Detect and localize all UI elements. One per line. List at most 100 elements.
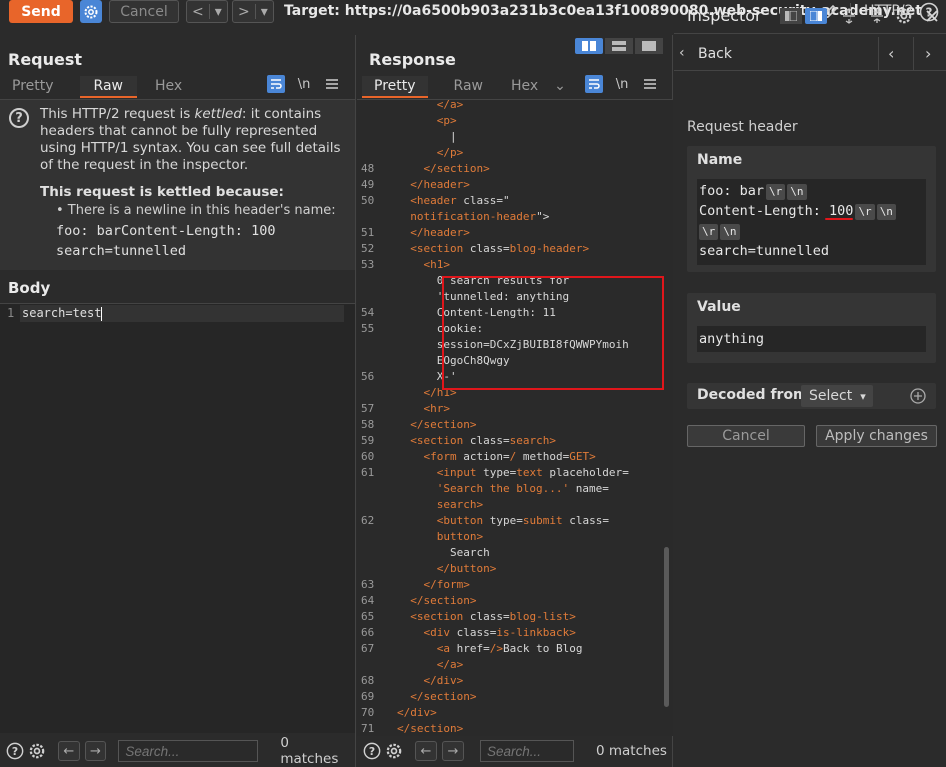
response-tabs: Pretty Raw Hex ⌄ (362, 76, 570, 98)
request-search-matches: 0 matches (280, 735, 339, 767)
next-item-chevron-icon[interactable]: › (925, 44, 931, 63)
question-icon: ? (9, 108, 29, 128)
code-line: 60 <form action=/ method=GET> (361, 450, 596, 463)
value-editor[interactable]: anything (697, 326, 926, 352)
body-title: Body (8, 279, 51, 297)
decoded-from-select[interactable]: Select ▾ (801, 385, 873, 407)
red-underline (825, 218, 854, 220)
line-number: 62 (361, 514, 375, 527)
line-number: 51 (361, 226, 375, 239)
body-line-text[interactable]: search=test (22, 306, 103, 321)
line-number: 1 (7, 306, 15, 320)
code-line: 67 <a href=/>Back to Blog (361, 642, 583, 655)
search-settings-gear-icon[interactable] (385, 742, 403, 760)
name-label: Name (697, 152, 743, 168)
line-number: 61 (361, 466, 375, 479)
tab-response-raw[interactable]: Raw (442, 76, 495, 98)
code-line: search> (436, 498, 484, 511)
code-line: 65 <section class=blog-list> (361, 610, 576, 623)
search-next-button[interactable]: → (84, 741, 107, 761)
line-number: 52 (361, 242, 375, 255)
inspector-dock-left-icon[interactable] (780, 8, 802, 24)
inspector-title: Inspector (687, 6, 762, 25)
tab-request-pretty[interactable]: Pretty (0, 76, 66, 98)
inspector-settings-gear-icon[interactable] (895, 7, 913, 25)
search-previous-button[interactable]: ← (415, 741, 437, 761)
show-newlines-button[interactable]: \n (295, 75, 313, 93)
response-code-viewer[interactable]: </a> <p> | </p> 48 </section> 49 </header> 50 <he… (357, 99, 673, 736)
request-search-input[interactable] (118, 740, 259, 762)
response-search-input[interactable] (480, 740, 574, 762)
line-number: 68 (361, 674, 375, 687)
request-pane: Request Pretty Raw Hex \n ? This HTTP/2 … (0, 35, 356, 767)
search-previous-button[interactable]: ← (58, 741, 80, 761)
inspector-dock-right-icon[interactable] (805, 8, 827, 24)
layout-side-by-side-icon[interactable] (575, 38, 603, 54)
search-settings-gear-icon[interactable] (28, 742, 46, 760)
tab-request-raw[interactable]: Raw (79, 76, 137, 98)
previous-item-chevron-icon[interactable]: ‹ (888, 44, 894, 63)
wrap-lines-icon[interactable] (585, 75, 603, 93)
history-forward-dropdown[interactable]: ▾ (256, 4, 273, 20)
chevron-down-icon: ▾ (860, 389, 866, 403)
history-back-dropdown[interactable]: ▾ (210, 4, 227, 20)
line-number: 50 (361, 194, 375, 207)
tab-request-hex[interactable]: Hex (143, 76, 194, 98)
expand-all-icon[interactable] (840, 7, 858, 25)
help-icon[interactable]: ? (363, 742, 381, 760)
send-button[interactable]: Send (9, 0, 73, 23)
name-editor[interactable]: foo: bar \r \n Content-Length: 100 \r \n \r \… (697, 179, 926, 265)
code-line: 61 <input type=text placeholder= (361, 466, 629, 479)
add-decoding-icon[interactable] (909, 387, 927, 405)
chevron-down-icon[interactable]: ⌄ (550, 76, 570, 98)
inspector-cancel-button[interactable]: Cancel (687, 425, 805, 447)
name-card: Name foo: bar \r \n Content-Length: 100 \r \… (687, 146, 936, 272)
show-newlines-button[interactable]: \n (613, 75, 631, 93)
close-icon[interactable] (923, 7, 941, 25)
wrap-lines-icon[interactable] (267, 75, 285, 93)
collapse-all-icon[interactable] (868, 7, 886, 25)
apply-changes-button[interactable]: Apply changes (816, 425, 937, 447)
search-next-button[interactable]: → (442, 741, 464, 761)
request-search-bar: ? ← → 0 matches (6, 735, 350, 767)
request-tabs: Pretty Raw Hex (0, 76, 194, 98)
history-back-button[interactable]: < (187, 4, 209, 20)
history-forward-button[interactable]: > (233, 4, 255, 20)
decoded-from-row: Decoded from: Select ▾ (687, 383, 936, 409)
layout-toggle-group (575, 38, 663, 54)
tab-response-hex[interactable]: Hex (499, 76, 550, 98)
line-number: 56 (361, 370, 375, 383)
code-line: notification-header"> (410, 210, 550, 223)
code-line: <p> (436, 114, 457, 127)
code-line: </a> (436, 658, 464, 671)
kettled-notice: ? This HTTP/2 request is kettled: it con… (0, 99, 355, 270)
kettled-reason-item: • There is a newline in this header's na… (56, 203, 336, 218)
line-number: 67 (361, 642, 375, 655)
code-line: | (449, 130, 457, 143)
layout-tabs-icon[interactable] (635, 38, 663, 54)
cancel-request-button[interactable]: Cancel (109, 0, 179, 23)
response-scrollbar[interactable] (664, 547, 669, 707)
code-line: 70 </div> (361, 706, 437, 719)
help-icon[interactable]: ? (6, 742, 24, 760)
line-number: 54 (361, 306, 375, 319)
line-number: 71 (361, 722, 375, 735)
code-line: button> (436, 530, 484, 543)
body-editor[interactable]: 1 search=test (0, 303, 355, 733)
back-chevron-icon[interactable]: ‹ (679, 45, 685, 61)
tab-response-pretty[interactable]: Pretty (362, 76, 428, 98)
response-search-matches: 0 matches (596, 743, 667, 759)
value-label: Value (697, 299, 741, 315)
send-settings-gear-icon[interactable] (80, 0, 102, 23)
code-line: </p> (436, 146, 464, 159)
code-line: 69 </section> (361, 690, 477, 703)
line-number: 53 (361, 258, 375, 271)
response-search-bar: ? ← → 0 matches (363, 735, 669, 767)
inspector-back-button[interactable]: Back (698, 46, 732, 62)
kettled-header-code: foo: barContent-Length: 100 search=tunne… (56, 223, 276, 259)
inspector-header: Inspector (674, 0, 946, 34)
request-menu-icon[interactable] (323, 75, 341, 93)
layout-stacked-icon[interactable] (605, 38, 633, 54)
line-number: 66 (361, 626, 375, 639)
response-menu-icon[interactable] (641, 75, 659, 93)
